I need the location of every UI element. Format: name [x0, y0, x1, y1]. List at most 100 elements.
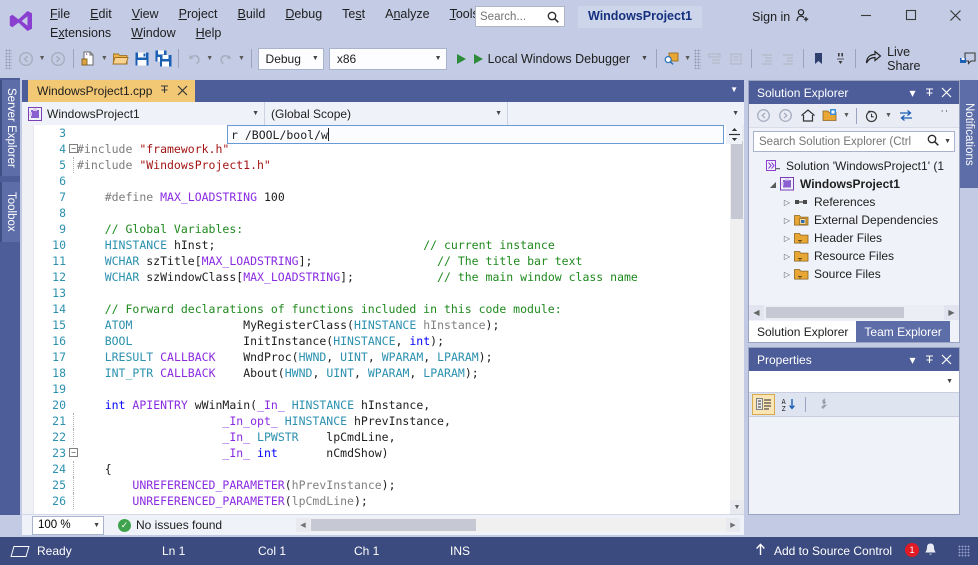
- menu-file[interactable]: FFileile: [40, 6, 80, 22]
- menu-edit[interactable]: Edit: [80, 6, 122, 22]
- close-icon[interactable]: [177, 84, 188, 99]
- tree-item[interactable]: ▷Resource Files: [752, 247, 959, 265]
- save-icon[interactable]: [131, 47, 153, 70]
- panel-tab-solution-explorer[interactable]: Solution Explorer: [749, 321, 856, 342]
- navigate-back-icon[interactable]: [753, 106, 774, 126]
- code-line[interactable]: 7 #define MAX_LOADSTRING 100: [22, 189, 730, 205]
- close-icon[interactable]: [938, 83, 955, 102]
- start-debugging-button[interactable]: [453, 47, 470, 70]
- uncomment-selection-icon[interactable]: [726, 47, 748, 70]
- show-all-files-icon[interactable]: [819, 106, 840, 126]
- navigate-forward-icon[interactable]: [775, 106, 796, 126]
- live-share-button[interactable]: Live Share: [860, 47, 946, 70]
- expander-icon[interactable]: ◢: [766, 180, 780, 189]
- menu-test[interactable]: Test: [332, 6, 375, 22]
- alphabetical-icon[interactable]: A Z: [777, 394, 800, 415]
- tree-item[interactable]: ◢WindowsProject1: [752, 175, 959, 193]
- editor-vertical-scrollbar[interactable]: ▲ ▼: [730, 125, 744, 514]
- scope-dropdown[interactable]: (Global Scope) ▼: [265, 102, 508, 125]
- project-context-dropdown[interactable]: WindowsProject1 ▼: [22, 102, 265, 125]
- redo-icon[interactable]: [215, 47, 237, 70]
- menu-build[interactable]: Build: [228, 6, 276, 22]
- feedback-icon[interactable]: [957, 47, 978, 70]
- chevron-down-icon[interactable]: ▼: [944, 138, 951, 145]
- solution-platform-dropdown[interactable]: x86 ▼: [329, 48, 447, 70]
- pending-changes-dropdown[interactable]: ▼: [883, 104, 894, 127]
- navigate-forward-icon[interactable]: [47, 47, 69, 70]
- menu-window[interactable]: Window: [121, 25, 185, 41]
- tree-item[interactable]: ▷Header Files: [752, 229, 959, 247]
- code-line[interactable]: 16 BOOL InitInstance(HINSTANCE, int);: [22, 333, 730, 349]
- code-surface[interactable]: 34−#include "framework.h"5#include "Wind…: [22, 125, 744, 514]
- toolbar-grip[interactable]: [694, 49, 701, 69]
- local-windows-debugger-button[interactable]: Local Windows Debugger ▼: [470, 47, 652, 70]
- scroll-down-icon[interactable]: ▼: [730, 500, 744, 514]
- code-line[interactable]: 26 UNREFERENCED_PARAMETER(lpCmdLine);: [22, 493, 730, 509]
- solution-configuration-dropdown[interactable]: Debug ▼: [258, 48, 324, 70]
- scroll-left-icon[interactable]: ◀: [749, 305, 764, 320]
- pin-icon[interactable]: [159, 84, 170, 98]
- code-line[interactable]: 8: [22, 205, 730, 221]
- code-line[interactable]: 10 HINSTANCE hInst; // current instance: [22, 237, 730, 253]
- menu-help[interactable]: Help: [186, 25, 232, 41]
- pin-icon[interactable]: [921, 350, 938, 369]
- menu-project[interactable]: Project: [169, 6, 228, 22]
- panel-tab-team-explorer[interactable]: Team Explorer: [856, 321, 949, 342]
- scroll-right-icon[interactable]: ▶: [944, 305, 959, 320]
- increase-indent-icon[interactable]: [778, 47, 800, 70]
- code-line[interactable]: 23− _In_ int nCmdShow): [22, 445, 730, 461]
- home-icon[interactable]: [797, 106, 818, 126]
- code-line[interactable]: 14 // Forward declarations of functions …: [22, 301, 730, 317]
- code-line[interactable]: 24 {: [22, 461, 730, 477]
- expander-icon[interactable]: ▷: [780, 234, 794, 243]
- code-line[interactable]: 25 UNREFERENCED_PARAMETER(hPrevInstance)…: [22, 477, 730, 493]
- close-button[interactable]: [933, 0, 978, 30]
- solution-search-input[interactable]: [759, 136, 926, 148]
- code-line[interactable]: 11 WCHAR szTitle[MAX_LOADSTRING]; // The…: [22, 253, 730, 269]
- vertical-scroll-thumb[interactable]: [731, 141, 743, 219]
- property-pages-icon[interactable]: [811, 394, 834, 415]
- pin-icon[interactable]: [921, 83, 938, 102]
- tree-item[interactable]: ▷Source Files: [752, 265, 959, 283]
- find-dropdown[interactable]: ▼: [682, 47, 692, 70]
- member-dropdown[interactable]: ▼: [508, 102, 744, 125]
- maximize-button[interactable]: [888, 0, 933, 30]
- editor-horizontal-scrollbar[interactable]: ◀ ▶: [296, 518, 740, 532]
- editor-split-handle[interactable]: [726, 124, 742, 144]
- decrease-indent-icon[interactable]: [756, 47, 778, 70]
- code-line[interactable]: 15 ATOM MyRegisterClass(HINSTANCE hInsta…: [22, 317, 730, 333]
- add-to-source-control-button[interactable]: Add to Source Control: [774, 544, 892, 558]
- code-line[interactable]: 18 INT_PTR CALLBACK About(HWND, UINT, WP…: [22, 365, 730, 381]
- expander-icon[interactable]: ▷: [780, 270, 794, 279]
- horizontal-scroll-thumb[interactable]: [311, 519, 476, 531]
- code-line[interactable]: 20 int APIENTRY wWinMain(_In_ HINSTANCE …: [22, 397, 730, 413]
- zoom-level-dropdown[interactable]: 100 % ▼: [32, 516, 104, 535]
- solution-explorer-hscrollbar[interactable]: ◀ ▶: [749, 305, 959, 320]
- code-line[interactable]: 17 LRESULT CALLBACK WndProc(HWND, UINT, …: [22, 349, 730, 365]
- sidebar-tab-toolbox[interactable]: Toolbox: [0, 182, 20, 242]
- undo-dropdown[interactable]: ▼: [205, 47, 215, 70]
- tree-item[interactable]: ▷References: [752, 193, 959, 211]
- navigate-back-icon[interactable]: [15, 47, 37, 70]
- issues-indicator[interactable]: ✓ No issues found: [118, 518, 222, 532]
- pending-changes-icon[interactable]: [861, 106, 882, 126]
- menu-analyze[interactable]: Analyze: [375, 6, 439, 22]
- expander-icon[interactable]: ▷: [780, 252, 794, 261]
- expander-icon[interactable]: ▷: [780, 198, 794, 207]
- properties-object-dropdown[interactable]: ▼: [749, 371, 959, 393]
- document-tab-windowsproject1-cpp[interactable]: WindowsProject1.cpp: [28, 80, 195, 102]
- redo-dropdown[interactable]: ▼: [236, 47, 246, 70]
- tree-item[interactable]: ▷External Dependencies: [752, 211, 959, 229]
- code-line[interactable]: 22 _In_ LPWSTR lpCmdLine,: [22, 429, 730, 445]
- code-line[interactable]: 19: [22, 381, 730, 397]
- navigate-back-dropdown[interactable]: ▼: [37, 47, 47, 70]
- code-line[interactable]: 13: [22, 285, 730, 301]
- find-in-files-icon[interactable]: [661, 47, 683, 70]
- comment-selection-icon[interactable]: [704, 47, 726, 70]
- new-file-dropdown[interactable]: ▼: [99, 47, 109, 70]
- sync-views-icon[interactable]: [895, 106, 916, 126]
- code-line[interactable]: 6: [22, 173, 730, 189]
- undo-icon[interactable]: [183, 47, 205, 70]
- find-replace-input[interactable]: r /BOOL/bool/w: [227, 125, 724, 144]
- new-file-icon[interactable]: [78, 47, 100, 70]
